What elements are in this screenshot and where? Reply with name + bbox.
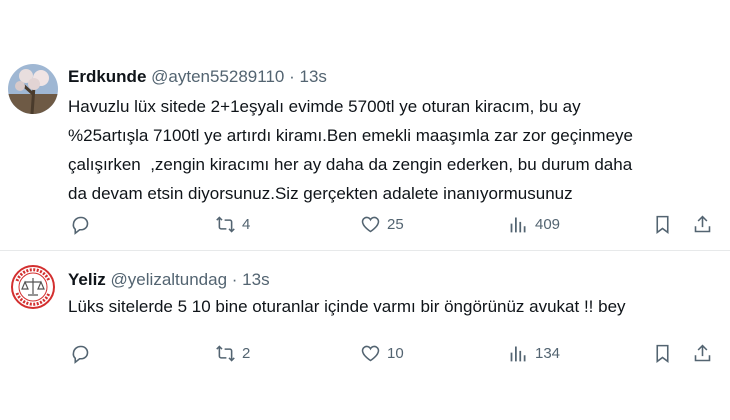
reply-icon — [70, 214, 91, 235]
action-bar: 4 25 409 — [0, 212, 730, 236]
reply-button[interactable] — [70, 212, 97, 236]
bookmark-icon — [652, 343, 673, 364]
retweet-icon — [215, 214, 236, 235]
tweet[interactable]: Yeliz @yelizaltundag · 13s Lüks sitelerd… — [0, 250, 730, 420]
views-button[interactable]: 409 — [508, 212, 560, 236]
share-button[interactable] — [692, 341, 713, 365]
separator: · — [284, 67, 300, 86]
retweet-button[interactable]: 2 — [215, 341, 250, 365]
action-bar: 2 10 134 — [0, 341, 730, 365]
like-count: 25 — [387, 215, 404, 233]
handle[interactable]: @yelizaltundag — [111, 270, 228, 289]
separator: · — [227, 270, 243, 289]
share-button[interactable] — [692, 212, 713, 236]
share-icon — [692, 214, 713, 235]
reply-icon — [70, 343, 91, 364]
retweet-count: 4 — [242, 215, 251, 233]
bookmark-button[interactable] — [652, 341, 673, 365]
views-icon — [508, 343, 529, 364]
bookmark-icon — [652, 214, 673, 235]
tweet-text-line: %25artışla 7100tl ye artırdı kiramı.Ben … — [68, 126, 634, 145]
views-icon — [508, 214, 529, 235]
share-icon — [692, 343, 713, 364]
like-icon — [360, 343, 381, 364]
like-count: 10 — [387, 344, 404, 362]
tweet-text: Havuzlu lüx sitede 2+1eşyalı evimde 5700… — [68, 92, 718, 208]
tweet-text-line: Havuzlu lüx sitede 2+1eşyalı evimde 5700… — [68, 97, 581, 116]
views-count: 134 — [535, 344, 561, 362]
tweet-text-line: da devam etsin diyorsunuz.Siz gerçekten … — [68, 184, 573, 203]
avatar[interactable] — [8, 64, 58, 114]
views-count: 409 — [535, 215, 561, 233]
like-icon — [360, 214, 381, 235]
tweet[interactable]: Erdkunde @ayten55289110 · 13s Havuzlu lü… — [0, 48, 730, 250]
retweet-button[interactable]: 4 — [215, 212, 250, 236]
avatar[interactable] — [8, 262, 58, 312]
tweet-text-line: Lüks sitelerde 5 10 bine oturanlar içind… — [68, 297, 626, 316]
tweet-header: Erdkunde @ayten55289110 · 13s — [68, 67, 327, 87]
handle[interactable]: @ayten55289110 — [151, 67, 284, 86]
bookmark-button[interactable] — [652, 212, 673, 236]
display-name[interactable]: Erdkunde — [68, 67, 146, 86]
retweet-icon — [215, 343, 236, 364]
views-button[interactable]: 134 — [508, 341, 560, 365]
like-button[interactable]: 10 — [360, 341, 404, 365]
timestamp[interactable]: 13s — [299, 67, 326, 86]
retweet-count: 2 — [242, 344, 251, 362]
like-button[interactable]: 25 — [360, 212, 404, 236]
tweet-text-line: çalışırken ,zengin kiracımı her ay daha … — [68, 155, 633, 174]
reply-button[interactable] — [70, 341, 97, 365]
tweet-header: Yeliz @yelizaltundag · 13s — [68, 270, 270, 290]
display-name[interactable]: Yeliz — [68, 270, 106, 289]
tweet-text: Lüks sitelerde 5 10 bine oturanlar içind… — [68, 296, 718, 318]
timestamp[interactable]: 13s — [242, 270, 269, 289]
